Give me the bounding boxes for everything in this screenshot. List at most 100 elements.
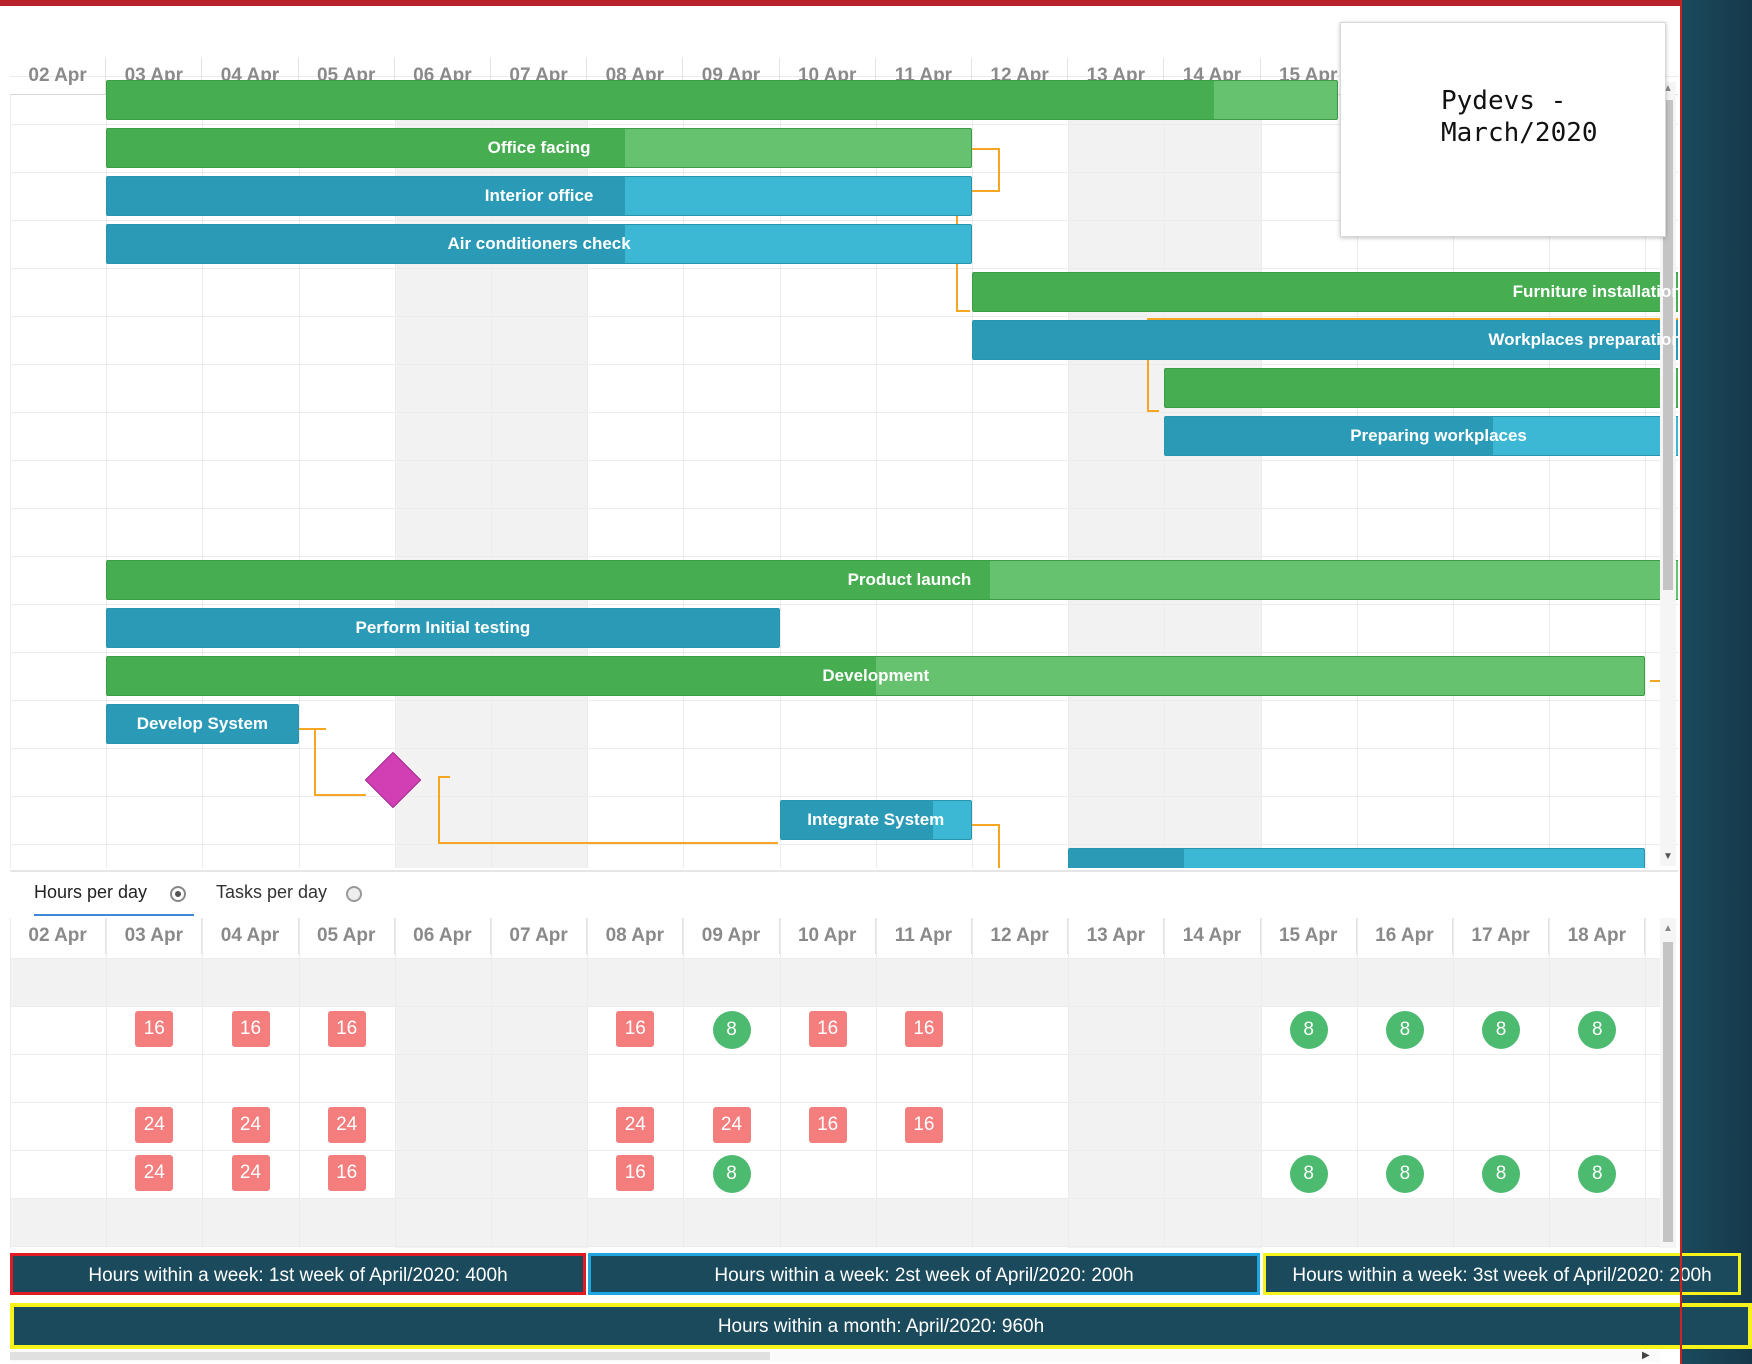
grid-line [10,958,1660,959]
scale-day: 12 Apr [972,918,1069,954]
task-label: Workplaces preparation [1488,330,1678,349]
overload-badge: 24 [135,1107,174,1143]
scroll-right-icon[interactable]: ▶ [1642,1350,1652,1362]
weekend-column [394,958,491,1248]
link-segment [998,148,1000,192]
view-tabs: Hours per day Tasks per day [10,870,1678,918]
resource-scrollbar[interactable]: ▲ [1660,918,1676,1248]
grid-line [10,1198,1660,1199]
grid-line [10,412,1678,413]
task-label: Development [822,666,930,685]
scale-day: 16 Apr [1357,918,1453,954]
task-label: Develop System [136,714,269,733]
task-bar[interactable] [106,80,1338,120]
week3-summary: Hours within a week: 3st week of April/2… [1263,1253,1741,1295]
week2-summary: Hours within a week: 2st week of April/2… [588,1253,1260,1295]
tab-hours-label: Hours per day [34,882,148,902]
overload-badge: 24 [712,1107,751,1143]
horizontal-scrollbar[interactable]: ▶ [10,1350,1660,1362]
grid-line [972,94,973,868]
scroll-down-icon[interactable]: ▼ [1663,850,1673,864]
radio-unselected-icon[interactable] [346,886,362,902]
horizontal-scrollbar-thumb[interactable] [10,1352,770,1360]
overload-badge: 16 [616,1011,655,1047]
link-segment [438,842,778,844]
overload-badge: 16 [808,1011,847,1047]
link-segment [314,728,316,796]
overload-badge: 16 [904,1011,943,1047]
task-bar[interactable] [1068,848,1646,868]
scale-day: 17 Apr [1453,918,1550,954]
tab-tasks-label: Tasks per day [216,882,328,902]
grid-line [10,364,1678,365]
scale-day: 02 Apr [10,58,107,94]
task-label: Perform Initial testing [355,618,531,637]
grid-line [10,94,11,868]
task-bar[interactable]: Product launch [106,560,1678,600]
scale-day: 13 Apr [1068,918,1165,954]
task-bar[interactable]: Furniture installation [972,272,1678,312]
task-bar[interactable]: Workplaces preparation [972,320,1678,360]
task-label: Product launch [847,570,972,589]
overload-badge: 16 [327,1011,366,1047]
resource-group-row [10,1198,1660,1246]
scale-day: 02 Apr [10,918,107,954]
task-label: Integrate System [807,810,945,829]
app-window: 02 Apr 03 Apr 04 Apr 05 Apr 06 Apr 07 Apr 08 A… [0,0,1752,1364]
tab-hours-per-day[interactable]: Hours per day [34,882,194,916]
normal-load-badge: 8 [1578,1011,1617,1049]
grid-line [10,844,1678,845]
grid-line [1068,94,1070,868]
task-bar[interactable] [1164,368,1678,408]
scale-day: 07 Apr [491,918,588,954]
resource-scroll-up-icon[interactable]: ▲ [1663,922,1673,936]
grid-line [1164,94,1166,868]
grid-line [10,796,1678,797]
scale-day: 09 Apr [683,918,780,954]
task-bar[interactable]: Office facing [106,128,972,168]
link-segment [314,794,366,796]
task-progress [1069,849,1185,868]
task-bar[interactable]: Air conditioners check [106,224,972,264]
task-bar[interactable]: Integrate System [779,800,972,840]
normal-load-badge: 8 [712,1155,751,1193]
overload-badge: 16 [231,1011,270,1047]
overload-badge: 24 [231,1155,270,1191]
task-bar[interactable]: Preparing workplaces [1164,416,1678,456]
scale-day: 06 Apr [395,918,491,954]
task-label: Preparing workplaces [1350,426,1527,445]
scale-day: 03 Apr [106,918,203,954]
normal-load-badge: 8 [1385,1011,1424,1049]
grid-line [10,268,1678,269]
grid-line [10,460,1678,461]
link-segment [972,824,998,826]
task-bar[interactable]: Perform Initial testing [106,608,780,648]
radio-selected-icon[interactable] [170,886,186,902]
task-bar[interactable]: Interior office [106,176,972,216]
overload-badge: 24 [327,1107,366,1143]
weekend-column [1164,94,1261,868]
overload-badge: 16 [808,1107,847,1143]
resource-group-row [10,958,1660,1006]
grid-line [10,1246,1660,1247]
grid-line [10,604,1678,605]
normal-load-badge: 8 [1289,1011,1328,1049]
scale-day: 10 Apr [780,918,876,954]
overload-badge: 16 [904,1107,943,1143]
link-segment [1147,410,1159,412]
grid-line [10,700,1678,701]
grid-line [10,556,1678,557]
task-bar[interactable]: Development [106,656,1646,696]
resource-histogram: 02 Apr 03 Apr 04 Apr 05 Apr 06 Apr 07 Apr 08 A… [10,918,1660,1248]
task-bar[interactable]: Develop System [106,704,299,744]
resource-scrollbar-thumb[interactable] [1663,942,1673,1242]
grid-line [10,652,1678,653]
scale-day: 04 Apr [202,918,299,954]
link-segment [956,310,970,312]
weekend-column [1068,958,1165,1248]
grid-line [10,1102,1660,1103]
grid-line [10,1054,1660,1055]
normal-load-badge: 8 [712,1011,751,1049]
normal-load-badge: 8 [1385,1155,1424,1193]
tab-tasks-per-day[interactable]: Tasks per day [216,882,366,916]
